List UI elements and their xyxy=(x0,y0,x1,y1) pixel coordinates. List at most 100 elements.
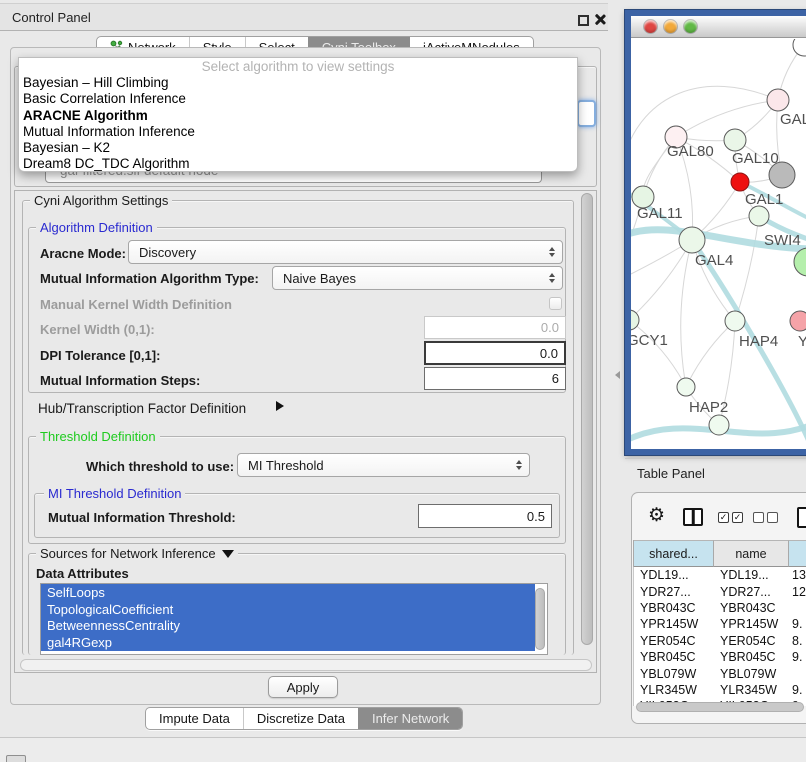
which-threshold-value: MI Threshold xyxy=(248,458,324,473)
dropdown-prompt: Select algorithm to view settings xyxy=(19,59,577,75)
tab-impute-data[interactable]: Impute Data xyxy=(146,708,243,729)
table-row[interactable]: YBR045CYBR045C9. xyxy=(634,649,806,665)
mi-steps-label: Mutual Information Steps: xyxy=(40,373,200,388)
attribute-item-topologicalcoefficient[interactable]: TopologicalCoefficient xyxy=(41,601,535,618)
manual-kernel-checkbox[interactable] xyxy=(549,297,562,310)
table-row[interactable]: YBL079WYBL079W xyxy=(634,665,806,681)
table-row[interactable]: YLR345WYLR345W9. xyxy=(634,682,806,698)
table-body: YDL19...YDL19...13YDR27...YDR27...12YBR0… xyxy=(633,567,806,706)
dpi-tolerance-field[interactable]: 0.0 xyxy=(424,341,566,365)
table-row[interactable]: YBR043CYBR043C xyxy=(634,600,806,616)
edge[interactable] xyxy=(681,240,692,387)
dropdown-item-bayesian-hill-climbing[interactable]: Bayesian – Hill Climbing xyxy=(19,75,577,91)
tab-label: Infer Network xyxy=(372,711,449,726)
table-row[interactable]: YDL19...YDL19...13 xyxy=(634,567,806,583)
table-cell: YDL19... xyxy=(714,567,789,583)
tab-discretize-data[interactable]: Discretize Data xyxy=(243,708,358,729)
new-table-icon[interactable] xyxy=(797,507,806,528)
node-gal1[interactable] xyxy=(731,173,749,191)
node-gal10[interactable] xyxy=(724,129,746,151)
node-label-gal4: GAL4 xyxy=(695,252,733,269)
kernel-width-label: Kernel Width (0,1): xyxy=(40,322,155,337)
table-row[interactable]: YDR27...YDR27...12 xyxy=(634,583,806,599)
node-swi4[interactable] xyxy=(749,206,769,226)
node-label-gcy1: GCY1 xyxy=(631,332,668,349)
node-node-top[interactable] xyxy=(793,39,806,56)
attribute-item-selfloops[interactable]: SelfLoops xyxy=(41,584,535,601)
network-window-titlebar[interactable] xyxy=(631,16,806,38)
edge[interactable] xyxy=(735,216,759,321)
node-green-right[interactable] xyxy=(794,248,806,276)
edge[interactable] xyxy=(686,321,735,387)
node-gal4[interactable] xyxy=(679,227,705,253)
split-columns-icon[interactable] xyxy=(683,508,703,526)
dropdown-item-dream8-dc-tdc-algorithm[interactable]: Dream8 DC_TDC Algorithm xyxy=(19,156,577,172)
dropdown-item-basic-correlation-inference[interactable]: Basic Correlation Inference xyxy=(19,91,577,107)
bottom-strip xyxy=(0,738,806,762)
node-gray-node[interactable] xyxy=(769,162,795,188)
node-gal[interactable] xyxy=(767,89,789,111)
kernel-width-field[interactable]: 0.0 xyxy=(424,316,566,339)
select-all-columns-icon[interactable]: ✓ ✓ xyxy=(718,512,743,523)
sources-group-title-row[interactable]: Sources for Network Inference xyxy=(36,546,238,561)
table-cell: YBR043C xyxy=(634,600,714,616)
attribute-item-gal4rgexp[interactable]: gal4RGexp xyxy=(41,634,535,651)
dropdown-item-bayesian-k2[interactable]: Bayesian – K2 xyxy=(19,140,577,156)
node-y[interactable] xyxy=(790,311,806,331)
close-icon[interactable] xyxy=(593,13,606,26)
vertical-scrollbar[interactable] xyxy=(581,193,593,645)
table-cell: YBR045C xyxy=(634,649,714,665)
node-hap2[interactable] xyxy=(677,378,695,396)
edge[interactable] xyxy=(631,240,692,320)
table-cell: YBR045C xyxy=(714,649,789,665)
table-cell: YBR043C xyxy=(714,600,789,616)
algorithm-dropdown-popup: Select algorithm to view settings Bayesi… xyxy=(18,57,578,172)
collapsed-panel-button[interactable] xyxy=(6,755,26,762)
mi-steps-field[interactable]: 6 xyxy=(424,367,566,390)
mi-type-combobox[interactable]: Naive Bayes xyxy=(272,266,563,290)
node-hap4[interactable] xyxy=(725,311,745,331)
attribute-item-betweennesscentrality[interactable]: BetweennessCentrality xyxy=(41,618,535,635)
collapse-arrow-icon[interactable] xyxy=(222,550,234,558)
deselect-all-columns-icon[interactable] xyxy=(753,512,778,523)
algorithm-combobox-fragment[interactable] xyxy=(577,100,596,127)
horizontal-scrollbar[interactable] xyxy=(20,659,592,671)
splitpane-arrow-icon[interactable] xyxy=(615,371,620,379)
attribute-items: SelfLoopsTopologicalCoefficientBetweenne… xyxy=(41,584,547,651)
expand-arrow-icon[interactable] xyxy=(276,401,284,411)
apply-button[interactable]: Apply xyxy=(268,676,338,698)
column-header-name[interactable]: name xyxy=(714,540,789,567)
node-node-bottom[interactable] xyxy=(709,415,729,435)
node-label-gal: GAL xyxy=(780,111,806,128)
checked-box-icon: ✓ xyxy=(732,512,743,523)
float-window-icon[interactable] xyxy=(578,15,589,26)
tab-infer-network[interactable]: Infer Network xyxy=(358,708,462,729)
close-traffic-light[interactable] xyxy=(644,20,657,33)
column-header-a[interactable]: A xyxy=(789,540,806,567)
hub-definition-label[interactable]: Hub/Transcription Factor Definition xyxy=(38,401,246,416)
network-canvas[interactable]: GALGAL80GAL10GAL1GAL11SWI4GAL4GCY1HAP4YH… xyxy=(631,39,806,449)
dpi-tolerance-value: 0.0 xyxy=(540,346,558,361)
dropdown-item-aracne-algorithm[interactable]: ARACNE Algorithm xyxy=(19,108,577,124)
table-horizontal-scrollbar[interactable] xyxy=(636,702,804,712)
gear-icon[interactable]: ⚙ xyxy=(648,506,665,525)
table-row[interactable]: YER054CYER054C8. xyxy=(634,633,806,649)
aracne-mode-combobox[interactable]: Discovery xyxy=(128,240,563,264)
tab-label: Discretize Data xyxy=(257,711,345,726)
node-label-swi4: SWI4 xyxy=(764,232,801,249)
column-header-shared[interactable]: shared... xyxy=(634,540,714,567)
data-attributes-list: SelfLoopsTopologicalCoefficientBetweenne… xyxy=(40,583,548,655)
edge[interactable] xyxy=(631,320,686,387)
table-row[interactable]: YPR145WYPR145W9. xyxy=(634,616,806,632)
mi-threshold-field[interactable]: 0.5 xyxy=(418,504,552,528)
table-cell: 9. xyxy=(789,649,806,665)
list-scrollbar[interactable] xyxy=(535,588,545,650)
table-panel-title: Table Panel xyxy=(637,466,705,481)
minimize-traffic-light[interactable] xyxy=(664,20,677,33)
which-threshold-combobox[interactable]: MI Threshold xyxy=(237,453,530,477)
cyni-mode-tabs: Impute Data Discretize Data Infer Network xyxy=(145,707,463,730)
zoom-traffic-light[interactable] xyxy=(684,20,697,33)
dropdown-item-mutual-information-inference[interactable]: Mutual Information Inference xyxy=(19,124,577,140)
network-graph[interactable]: GALGAL80GAL10GAL1GAL11SWI4GAL4GCY1HAP4YH… xyxy=(631,39,806,449)
sources-group-title: Sources for Network Inference xyxy=(40,546,216,561)
